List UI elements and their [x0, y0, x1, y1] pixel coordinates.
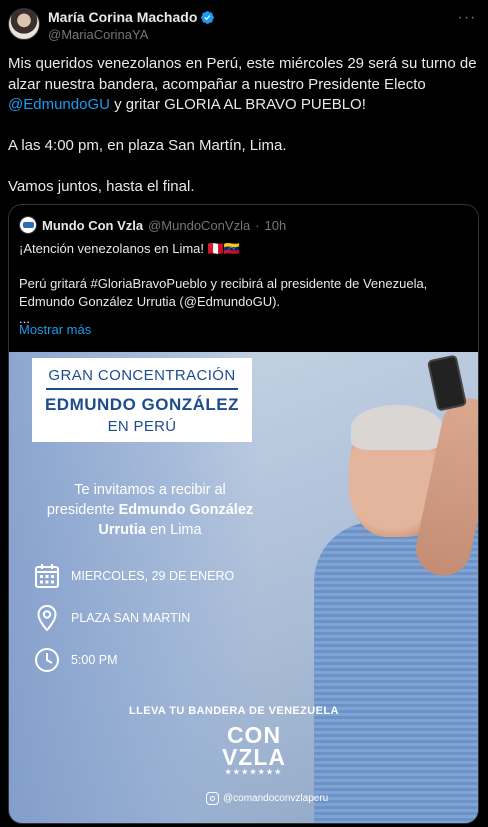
poster-title-3: EN PERÚ	[107, 418, 177, 435]
poster-time-row: 5:00 PM	[33, 646, 118, 674]
invite-line-3: Urrutia en Lima	[35, 520, 265, 540]
portrait-illustration	[309, 393, 478, 823]
quoted-text: ¡Atención venezolanos en Lima! 🇵🇪🇻🇪 Perú…	[19, 240, 469, 328]
brand-line-1: CON	[226, 722, 282, 748]
clock-icon	[35, 648, 59, 672]
invite-line-1: Te invitamos a recibir al	[74, 482, 226, 498]
poster-brand-logo: CON VZLA ★★★★★★★	[214, 724, 294, 778]
tweet-paragraph-3: Vamos juntos, hasta el final.	[8, 178, 195, 195]
quoted-author-handle[interactable]: @MundoConVzla	[148, 218, 250, 233]
poster-time: 5:00 PM	[71, 653, 118, 667]
title-divider	[46, 388, 238, 390]
tweet-header: María Corina Machado @MariaCorinaYA ···	[8, 8, 480, 44]
quoted-timestamp[interactable]: 10h	[265, 218, 287, 233]
poster-date: MIERCOLES, 29 DE ENERO	[71, 569, 235, 583]
dot-separator: ·	[255, 217, 260, 233]
quoted-tweet[interactable]: Mundo Con Vzla @MundoConVzla · 10h ¡Aten…	[8, 204, 479, 824]
poster-instagram: @comandoconvzlaperu	[206, 792, 328, 805]
quoted-spacer	[19, 258, 469, 276]
tweet-text-segment: Mis queridos venezolanos en Perú, este m…	[8, 55, 477, 93]
poster-title-2: EDMUNDO GONZÁLEZ	[44, 395, 240, 414]
poster-bring-flag: LLEVA TU BANDERA DE VENEZUELA	[129, 705, 339, 717]
author-avatar[interactable]	[8, 8, 40, 40]
invite-name: Urrutia	[98, 522, 146, 538]
invite-line-2: presidente Edmundo González	[35, 500, 265, 520]
show-more-link[interactable]: Mostrar más	[19, 322, 91, 337]
invite-text: en Lima	[145, 522, 202, 538]
location-pin-icon	[37, 604, 57, 632]
quoted-line: Perú gritará #GloriaBravoPueblo y recibi…	[19, 276, 428, 291]
hair-shape	[351, 405, 443, 450]
author-name[interactable]: María Corina Machado	[48, 9, 197, 25]
quoted-line: ¡Atención venezolanos en Lima! 🇵🇪🇻🇪	[19, 241, 240, 256]
poster-title-1: GRAN CONCENTRACIÓN	[48, 367, 236, 384]
instagram-icon	[206, 792, 219, 805]
poster-invite: Te invitamos a recibir al presidente Edm…	[35, 480, 265, 540]
tweet-paragraph-2: A las 4:00 pm, en plaza San Martín, Lima…	[8, 137, 287, 154]
poster-place-row: PLAZA SAN MARTIN	[33, 604, 190, 632]
poster-date-row: MIERCOLES, 29 DE ENERO	[33, 562, 234, 590]
more-horizontal-icon[interactable]: ···	[454, 8, 480, 28]
quoted-author-name[interactable]: Mundo Con Vzla	[42, 218, 143, 233]
instagram-handle: @comandoconvzlaperu	[223, 793, 329, 804]
verified-badge-icon	[201, 10, 215, 24]
brand-stars: ★★★★★★★	[225, 769, 283, 776]
author-handle[interactable]: @MariaCorinaYA	[48, 27, 148, 42]
poster-title-box: GRAN CONCENTRACIÓN EDMUNDO GONZÁLEZ EN P…	[32, 358, 252, 442]
quoted-line: Edmundo González Urrutia (@EdmundoGU).	[19, 293, 281, 309]
mention-link[interactable]: @EdmundoGU	[8, 96, 110, 113]
tweet-text: Mis queridos venezolanos en Perú, este m…	[8, 54, 478, 218]
invite-name: Edmundo González	[118, 502, 254, 518]
poster-place: PLAZA SAN MARTIN	[71, 611, 191, 625]
tweet-paragraph-1: Mis queridos venezolanos en Perú, este m…	[8, 54, 478, 116]
quoted-header: Mundo Con Vzla @MundoConVzla · 10h	[19, 216, 286, 234]
tweet-text-segment: y gritar GLORIA AL BRAVO PUEBLO!	[109, 96, 366, 113]
invite-text: presidente	[46, 502, 119, 518]
quoted-avatar[interactable]	[19, 216, 37, 234]
poster-image[interactable]: GRAN CONCENTRACIÓN EDMUNDO GONZÁLEZ EN P…	[9, 352, 478, 823]
author-name-row: María Corina Machado	[48, 9, 215, 25]
calendar-icon	[35, 564, 59, 588]
brand-line-2: VZLA	[221, 744, 287, 770]
